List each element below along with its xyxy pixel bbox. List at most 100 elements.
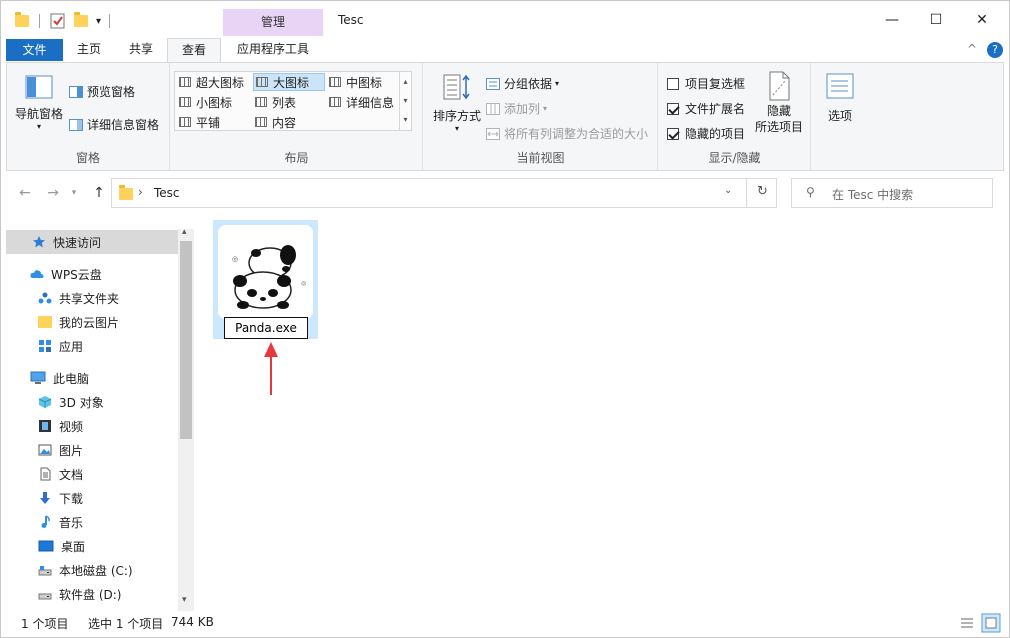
status-bar: 1 个项目 选中 1 个项目 744 KB	[1, 611, 1009, 637]
search-input[interactable]: 在 Tesc 中搜索	[832, 186, 913, 203]
group-label-current-view: 当前视图	[516, 151, 565, 165]
sidebar-item-this-pc[interactable]: 此电脑	[6, 366, 178, 390]
help-icon[interactable]: ?	[987, 42, 1003, 58]
layout-small-icons[interactable]: 小图标	[177, 93, 251, 111]
layout-details[interactable]: 详细信息	[327, 93, 403, 111]
file-item-panda[interactable]: ◎ ◎ Panda.exe	[213, 220, 318, 339]
sidebar-item-desktop[interactable]: 桌面	[6, 534, 178, 558]
file-extensions-toggle[interactable]: 文件扩展名	[667, 100, 745, 117]
window-title: Tesc	[338, 13, 364, 27]
preview-pane-button[interactable]: 预览窗格	[69, 83, 135, 100]
hide-selected-button[interactable]: 隐藏 所选项目	[751, 71, 807, 135]
tab-app-tools[interactable]: 应用程序工具	[223, 38, 323, 62]
rename-input[interactable]: Panda.exe	[224, 317, 308, 339]
group-by-button[interactable]: 分组依据 ▾	[486, 75, 559, 92]
item-checkboxes-label: 项目复选框	[685, 77, 746, 91]
panda-thumbnail: ◎ ◎	[218, 225, 313, 319]
close-button[interactable]: ✕	[959, 1, 1005, 38]
list-icon	[255, 97, 267, 107]
sidebar-item-apps[interactable]: 应用	[6, 334, 178, 358]
checkbox-unchecked-icon	[667, 77, 679, 90]
recent-locations-button[interactable]: ▾	[67, 181, 81, 205]
address-dropdown-icon[interactable]: ⌄	[724, 185, 732, 196]
computer-icon	[30, 371, 46, 384]
layout-large-icons[interactable]: 大图标	[253, 73, 325, 91]
refresh-icon[interactable]: ↻	[757, 184, 768, 199]
sidebar-scroll-thumb[interactable]	[180, 241, 192, 439]
sidebar-item-local-disk-c[interactable]: 本地磁盘 (C:)	[6, 558, 178, 582]
maximize-button[interactable]: ☐	[913, 1, 959, 38]
sidebar-item-shared-folder[interactable]: 共享文件夹	[6, 286, 178, 310]
sort-by-label: 排序方式	[432, 109, 481, 123]
picture-icon	[38, 444, 52, 456]
size-columns-label: 将所有列调整为合适的大小	[504, 127, 649, 141]
nav-pane-button[interactable]: 导航窗格 ▾	[13, 75, 65, 131]
layout-tiles[interactable]: 平铺	[177, 113, 251, 131]
sidebar-item-quick-access[interactable]: 快速访问	[6, 230, 178, 254]
up-button[interactable]: ↑	[89, 181, 109, 205]
sidebar-item-3d-objects[interactable]: 3D 对象	[6, 390, 178, 414]
sidebar-item-label: 3D 对象	[59, 395, 104, 410]
hide-selected-label-line2: 所选项目	[754, 120, 803, 134]
details-icon	[329, 97, 341, 107]
new-folder-icon[interactable]	[74, 12, 88, 27]
status-selected: 选中 1 个项目	[88, 617, 164, 631]
sidebar-item-my-cloud-pictures[interactable]: 我的云图片	[6, 310, 178, 334]
group-current-view: 排序方式 ▾ 分组依据 ▾ 添加列 ▾ 将所有列调整为合适的大小 当前视图	[424, 63, 658, 170]
layout-gallery-scroll[interactable]: ▴ ▾ ▾	[399, 72, 411, 130]
sidebar-item-label: 音乐	[59, 515, 84, 530]
sidebar-item-software-disk-d[interactable]: 软件盘 (D:)	[6, 582, 178, 606]
drive-icon	[38, 566, 52, 576]
document-icon	[40, 467, 51, 481]
tab-share[interactable]: 共享	[116, 38, 166, 62]
group-label-panes: 窗格	[75, 151, 100, 165]
context-tab-manage[interactable]: 管理	[223, 9, 323, 36]
details-pane-button[interactable]: 详细信息窗格	[69, 116, 159, 133]
forward-button[interactable]: →	[43, 181, 63, 205]
sidebar-item-downloads[interactable]: 下载	[6, 486, 178, 510]
sidebar-scrollbar[interactable]: ▴ ▾	[178, 227, 194, 611]
item-checkboxes-toggle[interactable]: 项目复选框	[667, 75, 745, 92]
sidebar-item-pictures[interactable]: 图片	[6, 438, 178, 462]
properties-check-icon[interactable]	[50, 13, 66, 29]
layout-label: 大图标	[273, 75, 310, 90]
tab-home[interactable]: 主页	[67, 38, 111, 62]
address-bar[interactable]: › Tesc ⌄ ↻	[111, 178, 777, 208]
tab-file[interactable]: 文件	[6, 39, 63, 61]
sidebar-item-label: 快速访问	[53, 235, 102, 250]
back-button[interactable]: ←	[15, 181, 35, 205]
sidebar-item-wps-cloud[interactable]: WPS云盘	[6, 262, 178, 286]
options-button[interactable]: 选项	[818, 73, 862, 124]
large-icons-view-icon[interactable]	[981, 613, 1001, 633]
customize-toolbar-icon[interactable]: ▾	[96, 16, 101, 27]
sort-by-button[interactable]: 排序方式 ▾	[430, 73, 484, 133]
sidebar-item-music[interactable]: 音乐	[6, 510, 178, 534]
toolbar-separator	[39, 14, 40, 28]
hidden-items-toggle[interactable]: 隐藏的项目	[667, 125, 745, 142]
collapse-ribbon-icon[interactable]: ^	[967, 42, 977, 56]
star-icon	[33, 236, 45, 248]
size-columns-button[interactable]: 将所有列调整为合适的大小	[486, 125, 648, 142]
details-view-icon[interactable]	[959, 615, 975, 631]
layout-content[interactable]: 内容	[253, 113, 325, 131]
scroll-up-icon[interactable]: ▴	[182, 227, 187, 237]
scroll-down-icon[interactable]: ▾	[182, 595, 187, 605]
minimize-button[interactable]: —	[869, 1, 915, 38]
add-columns-button[interactable]: 添加列 ▾	[486, 100, 547, 117]
sidebar-item-label: 共享文件夹	[59, 291, 120, 306]
svg-text:◎: ◎	[232, 255, 238, 263]
sidebar-item-documents[interactable]: 文档	[6, 462, 178, 486]
group-by-label: 分组依据	[504, 77, 553, 91]
tab-view[interactable]: 查看	[167, 38, 221, 63]
cloud-icon	[30, 270, 44, 278]
content-icon	[255, 117, 267, 127]
layout-list[interactable]: 列表	[253, 93, 325, 111]
breadcrumb-item-tesc[interactable]: Tesc	[154, 186, 180, 200]
hidden-items-label: 隐藏的项目	[685, 127, 746, 141]
sidebar-item-label: 本地磁盘 (C:)	[59, 563, 133, 578]
layout-medium-icons[interactable]: 中图标	[327, 73, 401, 91]
sidebar-item-videos[interactable]: 视频	[6, 414, 178, 438]
nav-pane-label: 导航窗格	[14, 107, 63, 121]
search-box[interactable]: ⚲ 在 Tesc 中搜索	[791, 178, 993, 208]
layout-extra-large-icons[interactable]: 超大图标	[177, 73, 251, 91]
